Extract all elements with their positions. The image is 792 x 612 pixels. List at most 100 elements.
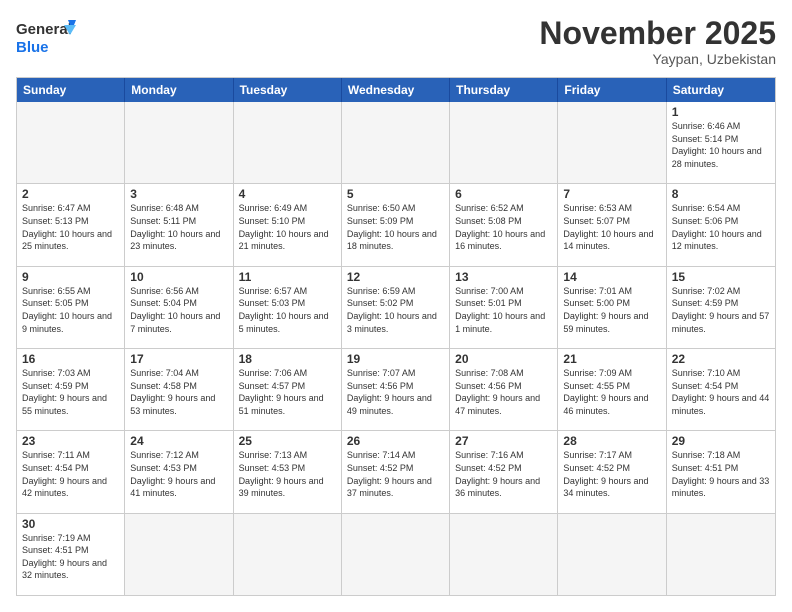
day-info: Sunrise: 6:54 AM Sunset: 5:06 PM Dayligh…	[672, 202, 770, 252]
day-cell-empty	[558, 102, 666, 183]
day-info: Sunrise: 7:18 AM Sunset: 4:51 PM Dayligh…	[672, 449, 770, 499]
day-cell-29: 29Sunrise: 7:18 AM Sunset: 4:51 PM Dayli…	[667, 431, 775, 512]
day-cell-21: 21Sunrise: 7:09 AM Sunset: 4:55 PM Dayli…	[558, 349, 666, 430]
day-info: Sunrise: 6:53 AM Sunset: 5:07 PM Dayligh…	[563, 202, 660, 252]
day-header-saturday: Saturday	[667, 78, 775, 102]
day-cell-26: 26Sunrise: 7:14 AM Sunset: 4:52 PM Dayli…	[342, 431, 450, 512]
week-row-2: 2Sunrise: 6:47 AM Sunset: 5:13 PM Daylig…	[17, 184, 775, 266]
day-header-sunday: Sunday	[17, 78, 125, 102]
day-cell-10: 10Sunrise: 6:56 AM Sunset: 5:04 PM Dayli…	[125, 267, 233, 348]
day-number: 30	[22, 517, 119, 531]
day-info: Sunrise: 7:13 AM Sunset: 4:53 PM Dayligh…	[239, 449, 336, 499]
day-cell-9: 9Sunrise: 6:55 AM Sunset: 5:05 PM Daylig…	[17, 267, 125, 348]
day-info: Sunrise: 6:57 AM Sunset: 5:03 PM Dayligh…	[239, 285, 336, 335]
day-cell-17: 17Sunrise: 7:04 AM Sunset: 4:58 PM Dayli…	[125, 349, 233, 430]
day-info: Sunrise: 7:06 AM Sunset: 4:57 PM Dayligh…	[239, 367, 336, 417]
day-header-monday: Monday	[125, 78, 233, 102]
day-cell-15: 15Sunrise: 7:02 AM Sunset: 4:59 PM Dayli…	[667, 267, 775, 348]
day-info: Sunrise: 7:02 AM Sunset: 4:59 PM Dayligh…	[672, 285, 770, 335]
day-info: Sunrise: 6:52 AM Sunset: 5:08 PM Dayligh…	[455, 202, 552, 252]
day-cell-6: 6Sunrise: 6:52 AM Sunset: 5:08 PM Daylig…	[450, 184, 558, 265]
svg-text:Blue: Blue	[16, 39, 49, 56]
day-number: 13	[455, 270, 552, 284]
page: General Blue November 2025 Yaypan, Uzbek…	[0, 0, 792, 612]
day-number: 4	[239, 187, 336, 201]
day-info: Sunrise: 7:16 AM Sunset: 4:52 PM Dayligh…	[455, 449, 552, 499]
day-cell-2: 2Sunrise: 6:47 AM Sunset: 5:13 PM Daylig…	[17, 184, 125, 265]
day-headers: SundayMondayTuesdayWednesdayThursdayFrid…	[17, 78, 775, 102]
day-info: Sunrise: 6:49 AM Sunset: 5:10 PM Dayligh…	[239, 202, 336, 252]
day-number: 12	[347, 270, 444, 284]
day-info: Sunrise: 6:47 AM Sunset: 5:13 PM Dayligh…	[22, 202, 119, 252]
day-info: Sunrise: 7:00 AM Sunset: 5:01 PM Dayligh…	[455, 285, 552, 335]
day-info: Sunrise: 6:48 AM Sunset: 5:11 PM Dayligh…	[130, 202, 227, 252]
day-info: Sunrise: 6:55 AM Sunset: 5:05 PM Dayligh…	[22, 285, 119, 335]
day-cell-empty	[17, 102, 125, 183]
day-number: 1	[672, 105, 770, 119]
day-number: 25	[239, 434, 336, 448]
day-info: Sunrise: 6:56 AM Sunset: 5:04 PM Dayligh…	[130, 285, 227, 335]
day-number: 26	[347, 434, 444, 448]
day-info: Sunrise: 7:10 AM Sunset: 4:54 PM Dayligh…	[672, 367, 770, 417]
day-header-friday: Friday	[558, 78, 666, 102]
day-cell-20: 20Sunrise: 7:08 AM Sunset: 4:56 PM Dayli…	[450, 349, 558, 430]
day-number: 24	[130, 434, 227, 448]
day-number: 20	[455, 352, 552, 366]
day-number: 8	[672, 187, 770, 201]
day-info: Sunrise: 7:01 AM Sunset: 5:00 PM Dayligh…	[563, 285, 660, 335]
logo-svg: General Blue	[16, 16, 76, 61]
day-cell-16: 16Sunrise: 7:03 AM Sunset: 4:59 PM Dayli…	[17, 349, 125, 430]
day-number: 16	[22, 352, 119, 366]
day-header-thursday: Thursday	[450, 78, 558, 102]
svg-text:General: General	[16, 21, 72, 38]
day-info: Sunrise: 7:09 AM Sunset: 4:55 PM Dayligh…	[563, 367, 660, 417]
day-cell-19: 19Sunrise: 7:07 AM Sunset: 4:56 PM Dayli…	[342, 349, 450, 430]
day-cell-empty	[450, 102, 558, 183]
day-cell-24: 24Sunrise: 7:12 AM Sunset: 4:53 PM Dayli…	[125, 431, 233, 512]
header: General Blue November 2025 Yaypan, Uzbek…	[16, 16, 776, 67]
day-number: 9	[22, 270, 119, 284]
title-area: November 2025 Yaypan, Uzbekistan	[539, 16, 776, 67]
day-cell-5: 5Sunrise: 6:50 AM Sunset: 5:09 PM Daylig…	[342, 184, 450, 265]
week-row-6: 30Sunrise: 7:19 AM Sunset: 4:51 PM Dayli…	[17, 514, 775, 595]
day-info: Sunrise: 7:04 AM Sunset: 4:58 PM Dayligh…	[130, 367, 227, 417]
day-cell-empty	[558, 514, 666, 595]
day-cell-empty	[234, 102, 342, 183]
day-cell-empty	[342, 514, 450, 595]
week-row-4: 16Sunrise: 7:03 AM Sunset: 4:59 PM Dayli…	[17, 349, 775, 431]
day-number: 11	[239, 270, 336, 284]
day-cell-18: 18Sunrise: 7:06 AM Sunset: 4:57 PM Dayli…	[234, 349, 342, 430]
day-info: Sunrise: 7:19 AM Sunset: 4:51 PM Dayligh…	[22, 532, 119, 582]
day-cell-22: 22Sunrise: 7:10 AM Sunset: 4:54 PM Dayli…	[667, 349, 775, 430]
day-info: Sunrise: 7:03 AM Sunset: 4:59 PM Dayligh…	[22, 367, 119, 417]
day-number: 15	[672, 270, 770, 284]
day-cell-12: 12Sunrise: 6:59 AM Sunset: 5:02 PM Dayli…	[342, 267, 450, 348]
day-number: 23	[22, 434, 119, 448]
day-cell-23: 23Sunrise: 7:11 AM Sunset: 4:54 PM Dayli…	[17, 431, 125, 512]
day-info: Sunrise: 6:46 AM Sunset: 5:14 PM Dayligh…	[672, 120, 770, 170]
day-info: Sunrise: 7:17 AM Sunset: 4:52 PM Dayligh…	[563, 449, 660, 499]
day-cell-27: 27Sunrise: 7:16 AM Sunset: 4:52 PM Dayli…	[450, 431, 558, 512]
day-cell-1: 1Sunrise: 6:46 AM Sunset: 5:14 PM Daylig…	[667, 102, 775, 183]
day-number: 10	[130, 270, 227, 284]
day-cell-14: 14Sunrise: 7:01 AM Sunset: 5:00 PM Dayli…	[558, 267, 666, 348]
day-cell-empty	[450, 514, 558, 595]
day-cell-empty	[234, 514, 342, 595]
day-number: 5	[347, 187, 444, 201]
day-number: 7	[563, 187, 660, 201]
month-title: November 2025	[539, 16, 776, 51]
day-cell-25: 25Sunrise: 7:13 AM Sunset: 4:53 PM Dayli…	[234, 431, 342, 512]
day-number: 19	[347, 352, 444, 366]
day-info: Sunrise: 7:11 AM Sunset: 4:54 PM Dayligh…	[22, 449, 119, 499]
day-number: 27	[455, 434, 552, 448]
day-info: Sunrise: 6:50 AM Sunset: 5:09 PM Dayligh…	[347, 202, 444, 252]
day-cell-empty	[125, 102, 233, 183]
day-number: 22	[672, 352, 770, 366]
day-cell-11: 11Sunrise: 6:57 AM Sunset: 5:03 PM Dayli…	[234, 267, 342, 348]
day-header-tuesday: Tuesday	[234, 78, 342, 102]
calendar-body: 1Sunrise: 6:46 AM Sunset: 5:14 PM Daylig…	[17, 102, 775, 595]
day-number: 28	[563, 434, 660, 448]
day-cell-3: 3Sunrise: 6:48 AM Sunset: 5:11 PM Daylig…	[125, 184, 233, 265]
day-number: 6	[455, 187, 552, 201]
day-number: 21	[563, 352, 660, 366]
